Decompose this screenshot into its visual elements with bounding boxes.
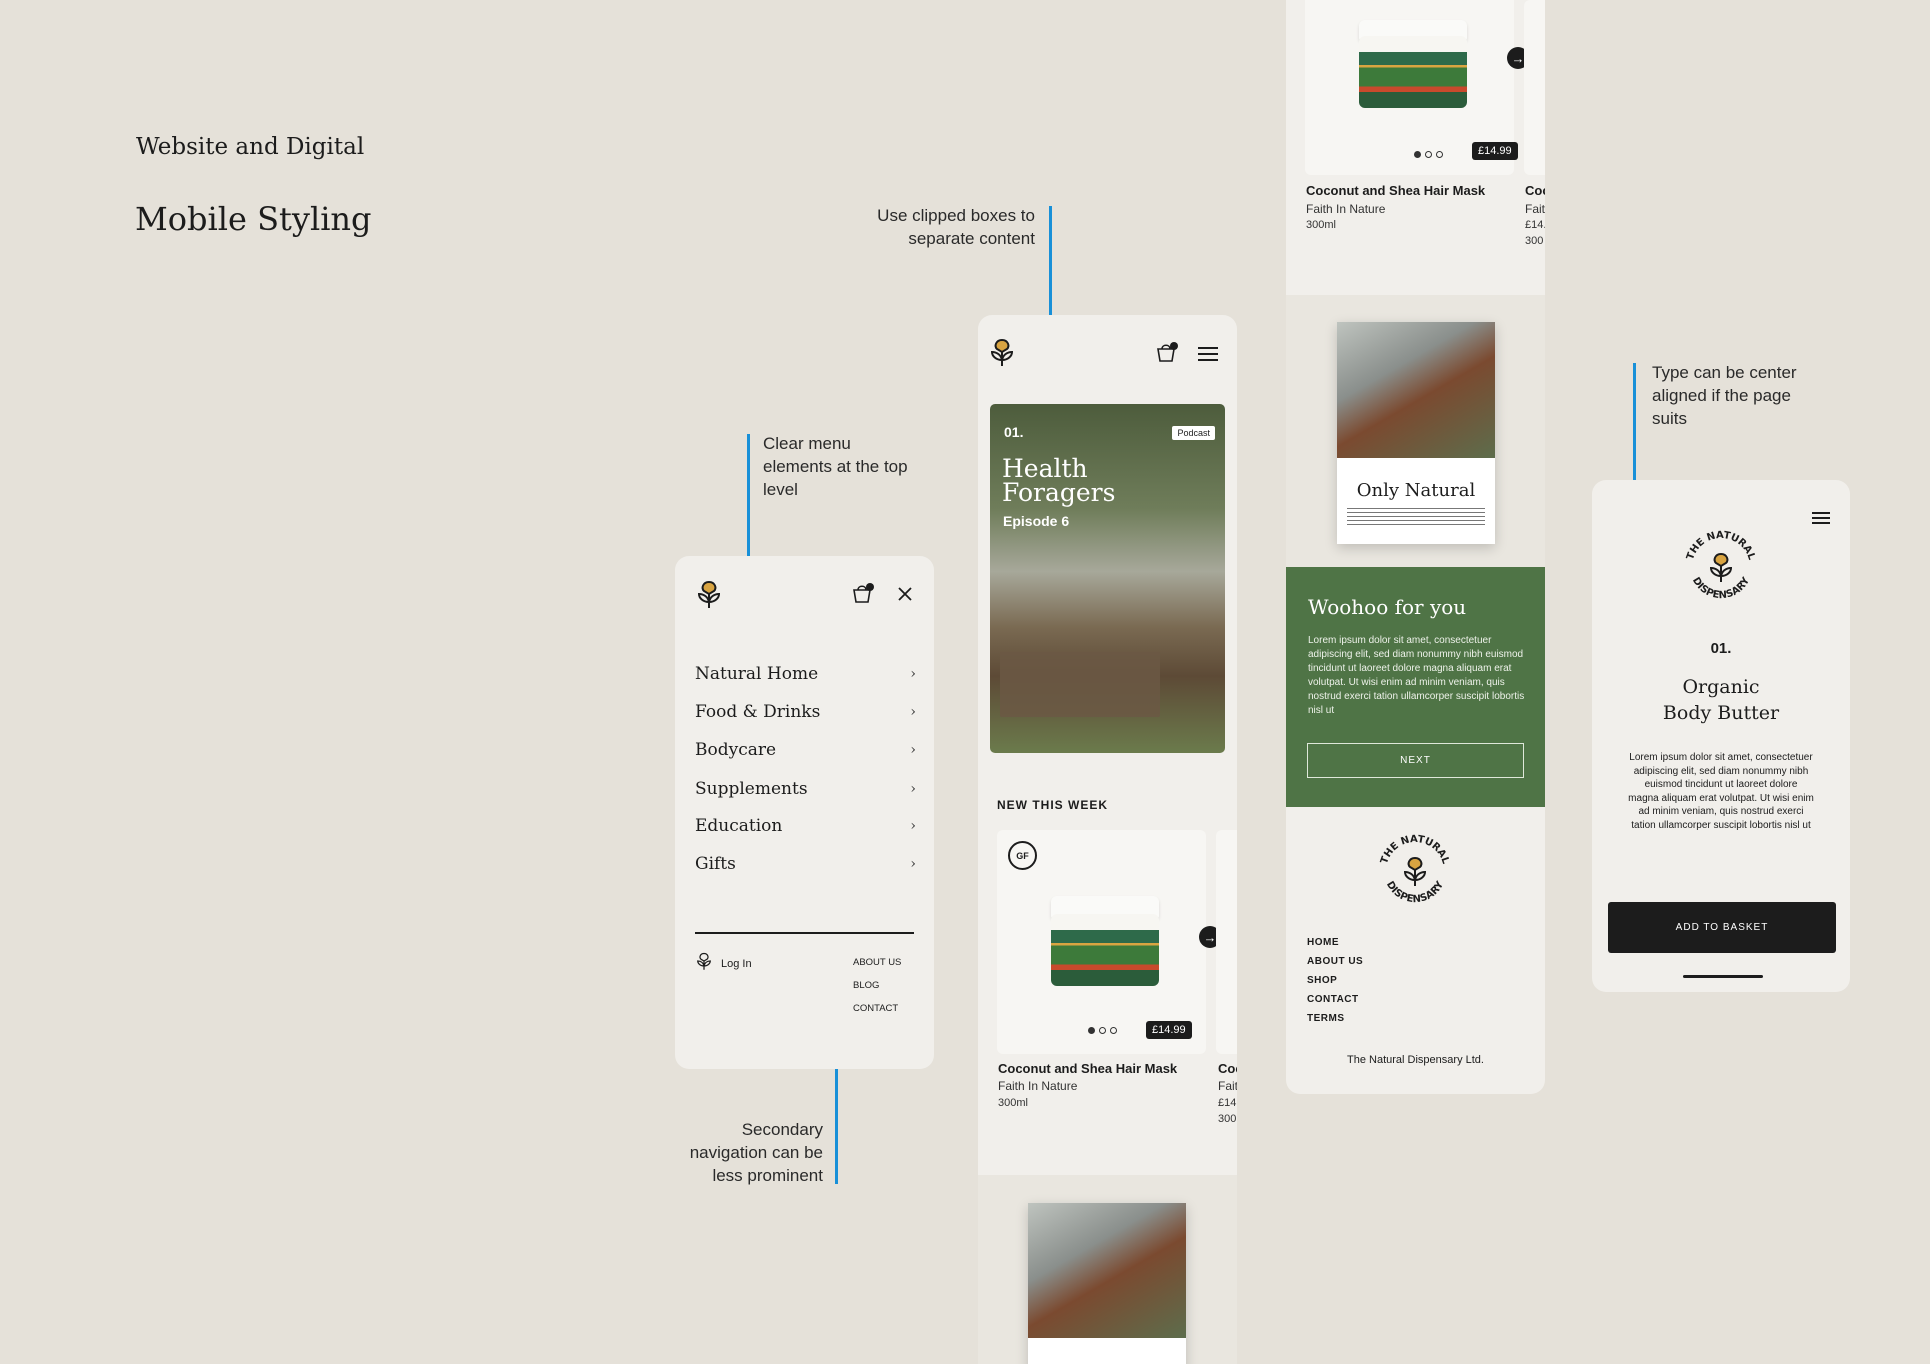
secondary-link[interactable]: CONTACT [853, 1003, 898, 1014]
chevron-right-icon: › [910, 704, 916, 720]
product-brand-next: Fait [1525, 202, 1545, 216]
product-name[interactable]: Coconut and Shea Hair Mask [1306, 183, 1485, 198]
product-image [1359, 36, 1467, 108]
product-volume-next: 300 [1525, 235, 1544, 247]
hero-episode: Episode 6 [1003, 513, 1070, 529]
footer-link[interactable]: ABOUT US [1307, 956, 1363, 967]
product-brand: Faith In Nature [998, 1079, 1078, 1093]
basket-icon[interactable] [851, 582, 875, 609]
annotation-secondary-nav: Secondary navigation can be less promine… [689, 1120, 823, 1185]
product-phone: THE NATURAL DISPENSARY 01. Organic Body … [1592, 480, 1850, 992]
podcast-badge: Podcast [1172, 426, 1215, 440]
hero-podcast-card[interactable]: 01. Health Foragers Episode 6 Podcast [990, 404, 1225, 753]
annotation-menu-top: Clear menu elements at the top level [763, 434, 908, 499]
image-pager[interactable] [1414, 151, 1443, 158]
menu-item[interactable]: Food & Drinks › [695, 702, 916, 722]
section-title: NEW THIS WEEK [997, 798, 1108, 812]
brand-logo[interactable]: THE NATURAL DISPENSARY [1374, 830, 1456, 917]
menu-item-label: Natural Home [695, 664, 819, 684]
price-tag: £14.99 [1146, 1021, 1192, 1039]
product-description: Lorem ipsum dolor sit amet, consectetuer… [1628, 752, 1814, 831]
long-phone: £14.99 → Coconut and Shea Hair Mask Fait… [1286, 0, 1545, 1094]
hero-number: 01. [1004, 424, 1024, 440]
book-text-lines [1347, 508, 1485, 526]
book-title: Only Natural [1356, 480, 1476, 501]
product-title-line2: Body Butter [1662, 702, 1780, 724]
product-volume-next: 300r [1218, 1113, 1237, 1125]
product-name-next[interactable]: Coc [1218, 1061, 1237, 1076]
hamburger-menu-icon[interactable] [1197, 346, 1219, 367]
product-brand-next: Faitl [1218, 1079, 1237, 1093]
menu-item-label: Gifts [695, 854, 736, 874]
chevron-right-icon: › [910, 781, 916, 797]
product-price-next: £14. [1525, 219, 1545, 231]
menu-item-label: Education [695, 816, 783, 836]
chevron-right-icon: › [910, 666, 916, 682]
chevron-right-icon: › [910, 818, 916, 834]
gf-badge: GF [1008, 841, 1037, 870]
menu-item[interactable]: Supplements › [695, 779, 916, 799]
planter-box [1000, 652, 1160, 717]
secondary-link[interactable]: BLOG [853, 980, 879, 991]
menu-item[interactable]: Gifts › [695, 854, 916, 874]
flower-logo-icon[interactable] [695, 578, 723, 610]
product-brand: Faith In Nature [1306, 202, 1386, 216]
promo-block: Woohoo for you Lorem ipsum dolor sit ame… [1286, 567, 1545, 807]
add-to-basket-button[interactable]: ADD TO BASKET [1608, 902, 1836, 953]
footer-link[interactable]: SHOP [1307, 975, 1337, 986]
product-image [1051, 914, 1159, 986]
book-cover[interactable] [1028, 1203, 1186, 1364]
promo-body: Lorem ipsum dolor sit amet, consectetuer… [1308, 635, 1525, 716]
menu-item[interactable]: Education › [695, 816, 916, 836]
footer-link[interactable]: HOME [1307, 937, 1339, 948]
annotation-clipped: Use clipped boxes to separate content [877, 206, 1035, 248]
product-price-next: £14. [1218, 1097, 1237, 1109]
promo-title: Woohoo for you [1308, 595, 1467, 619]
home-indicator [1683, 975, 1763, 978]
next-button[interactable]: NEXT [1307, 743, 1524, 778]
annotation-center-type: Type can be center aligned if the page s… [1652, 363, 1797, 428]
close-icon[interactable] [897, 586, 913, 607]
company-name: The Natural Dispensary Ltd. [1347, 1054, 1484, 1066]
menu-item-label: Supplements [695, 779, 808, 799]
footer-link[interactable]: CONTACT [1307, 994, 1359, 1005]
footer-link[interactable]: TERMS [1307, 1013, 1345, 1024]
login-label: Log In [721, 957, 752, 970]
image-pager[interactable] [1088, 1027, 1117, 1034]
product-number: 01. [1710, 640, 1732, 657]
login-link[interactable]: Log In [695, 951, 752, 976]
menu-phone: Natural Home › Food & Drinks › Bodycare › S… [675, 556, 934, 1069]
price-tag: £14.99 [1472, 142, 1518, 160]
book-cover[interactable]: Only Natural [1337, 322, 1495, 544]
hamburger-menu-icon[interactable] [1811, 511, 1831, 530]
menu-item-label: Bodycare [695, 740, 777, 760]
product-card-next[interactable] [1524, 0, 1545, 175]
product-volume: 300ml [1306, 219, 1336, 231]
product-card[interactable]: £14.99 [1305, 0, 1518, 175]
divider [695, 932, 914, 934]
section-label: Website and Digital [136, 134, 365, 160]
basket-icon[interactable] [1155, 341, 1179, 368]
podcast-phone: 01. Health Foragers Episode 6 Podcast NE… [978, 315, 1237, 1364]
secondary-link[interactable]: ABOUT US [853, 957, 901, 968]
flower-logo-icon[interactable] [988, 336, 1016, 368]
product-title-line1: Organic [1682, 676, 1760, 698]
product-name-next[interactable]: Coc [1525, 183, 1545, 198]
menu-item[interactable]: Natural Home › [695, 664, 916, 684]
page-title: Mobile Styling [135, 200, 372, 238]
flower-outline-icon [695, 951, 713, 976]
menu-item[interactable]: Bodycare › [695, 740, 916, 760]
product-card[interactable]: GF £14.99 [997, 830, 1206, 1054]
hero-title-line2: Foragers [1002, 478, 1116, 507]
chevron-right-icon: › [910, 742, 916, 758]
product-volume: 300ml [998, 1097, 1028, 1109]
menu-item-label: Food & Drinks [695, 702, 821, 722]
product-card-next[interactable] [1216, 830, 1237, 1054]
chevron-right-icon: › [910, 856, 916, 872]
book-photo [1028, 1203, 1186, 1338]
book-photo [1337, 322, 1495, 458]
product-name[interactable]: Coconut and Shea Hair Mask [998, 1061, 1177, 1076]
brand-logo[interactable]: THE NATURAL DISPENSARY [1680, 526, 1762, 613]
